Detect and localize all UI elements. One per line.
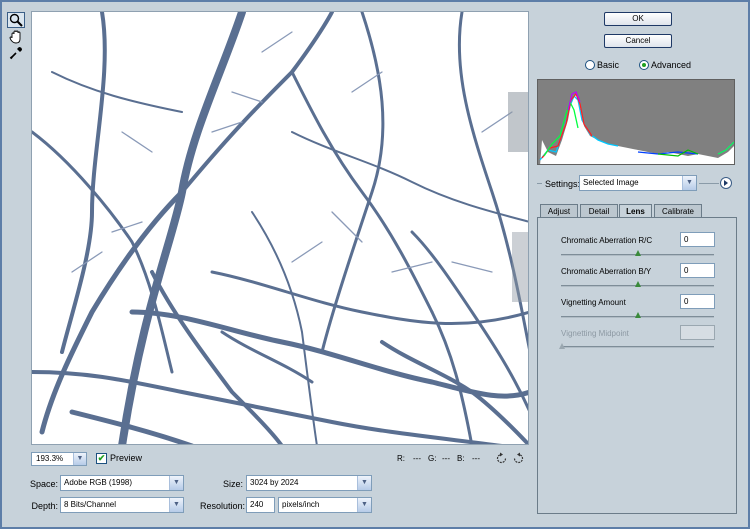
r-value: ---	[413, 454, 421, 463]
ok-button[interactable]: OK	[604, 12, 672, 26]
zoom-tool-icon[interactable]	[7, 12, 25, 28]
tab-adjust[interactable]: Adjust	[540, 204, 578, 218]
space-label: Space:	[29, 479, 58, 489]
histogram	[537, 79, 735, 165]
ca-rc-value: 0	[684, 235, 689, 244]
chevron-down-icon[interactable]: ▼	[357, 498, 371, 512]
resolution-label: Resolution:	[199, 501, 245, 511]
r-label: R:	[397, 454, 405, 463]
space-select[interactable]: Adobe RGB (1998) ▼	[60, 475, 184, 491]
resolution-unit-value: pixels/inch	[282, 500, 320, 509]
chevron-down-icon[interactable]: ▼	[169, 498, 183, 512]
advanced-label: Advanced	[651, 60, 692, 70]
settings-label: Settings:	[545, 179, 581, 189]
zoom-level-select[interactable]: 193.3% ▼	[31, 452, 87, 466]
lens-panel	[537, 217, 737, 514]
resolution-value: 240	[250, 500, 264, 509]
space-value: Adobe RGB (1998)	[64, 478, 133, 487]
g-label: G:	[428, 454, 437, 463]
chevron-down-icon[interactable]: ▼	[682, 176, 696, 190]
size-select[interactable]: 3024 by 2024 ▼	[246, 475, 372, 491]
b-label: B:	[457, 454, 465, 463]
resolution-unit-select[interactable]: pixels/inch ▼	[278, 497, 372, 513]
divider	[537, 183, 542, 184]
ca-by-input[interactable]: 0	[680, 263, 715, 278]
vignetting-amount-value: 0	[684, 297, 689, 306]
chevron-down-icon[interactable]: ▼	[169, 476, 183, 490]
vignetting-midpoint-slider	[561, 346, 714, 348]
tab-calibrate[interactable]: Calibrate	[654, 204, 702, 218]
cancel-button[interactable]: Cancel	[604, 34, 672, 48]
ca-rc-input[interactable]: 0	[680, 232, 715, 247]
vignetting-amount-label: Vignetting Amount	[561, 298, 626, 307]
chevron-down-icon[interactable]: ▼	[357, 476, 371, 490]
rotate-right-icon[interactable]	[512, 452, 525, 465]
vignetting-midpoint-input	[680, 325, 715, 340]
size-value: 3024 by 2024	[250, 478, 299, 487]
ca-by-value: 0	[684, 266, 689, 275]
ca-by-label: Chromatic Aberration B/Y	[561, 267, 652, 276]
size-label: Size:	[222, 479, 243, 489]
preview-label: Preview	[110, 453, 143, 463]
checkmark-icon: ✔	[97, 453, 106, 463]
depth-select[interactable]: 8 Bits/Channel ▼	[60, 497, 184, 513]
ca-rc-label: Chromatic Aberration R/C	[561, 236, 653, 245]
basic-radio[interactable]	[585, 60, 595, 70]
play-arrow-icon	[724, 180, 728, 186]
zoom-level-value: 193.3%	[36, 454, 64, 463]
settings-menu-button[interactable]	[720, 177, 732, 189]
depth-label: Depth:	[31, 501, 58, 511]
vignetting-amount-input[interactable]: 0	[680, 294, 715, 309]
hand-tool-icon[interactable]	[7, 29, 25, 45]
eyedropper-icon[interactable]	[7, 45, 25, 61]
basic-label: Basic	[597, 60, 620, 70]
vignetting-midpoint-label: Vignetting Midpoint	[561, 329, 629, 338]
settings-select[interactable]: Selected Image ▼	[579, 175, 697, 191]
resolution-input[interactable]: 240	[246, 497, 275, 513]
advanced-radio[interactable]	[639, 60, 649, 70]
chevron-down-icon[interactable]: ▼	[73, 453, 86, 465]
settings-value: Selected Image	[583, 178, 639, 187]
tab-detail[interactable]: Detail	[580, 204, 618, 218]
divider	[699, 183, 719, 184]
g-value: ---	[442, 454, 450, 463]
rotate-left-icon[interactable]	[495, 452, 508, 465]
image-preview[interactable]	[31, 11, 529, 445]
preview-checkbox[interactable]: ✔	[96, 453, 107, 464]
b-value: ---	[472, 454, 480, 463]
depth-value: 8 Bits/Channel	[64, 500, 117, 509]
